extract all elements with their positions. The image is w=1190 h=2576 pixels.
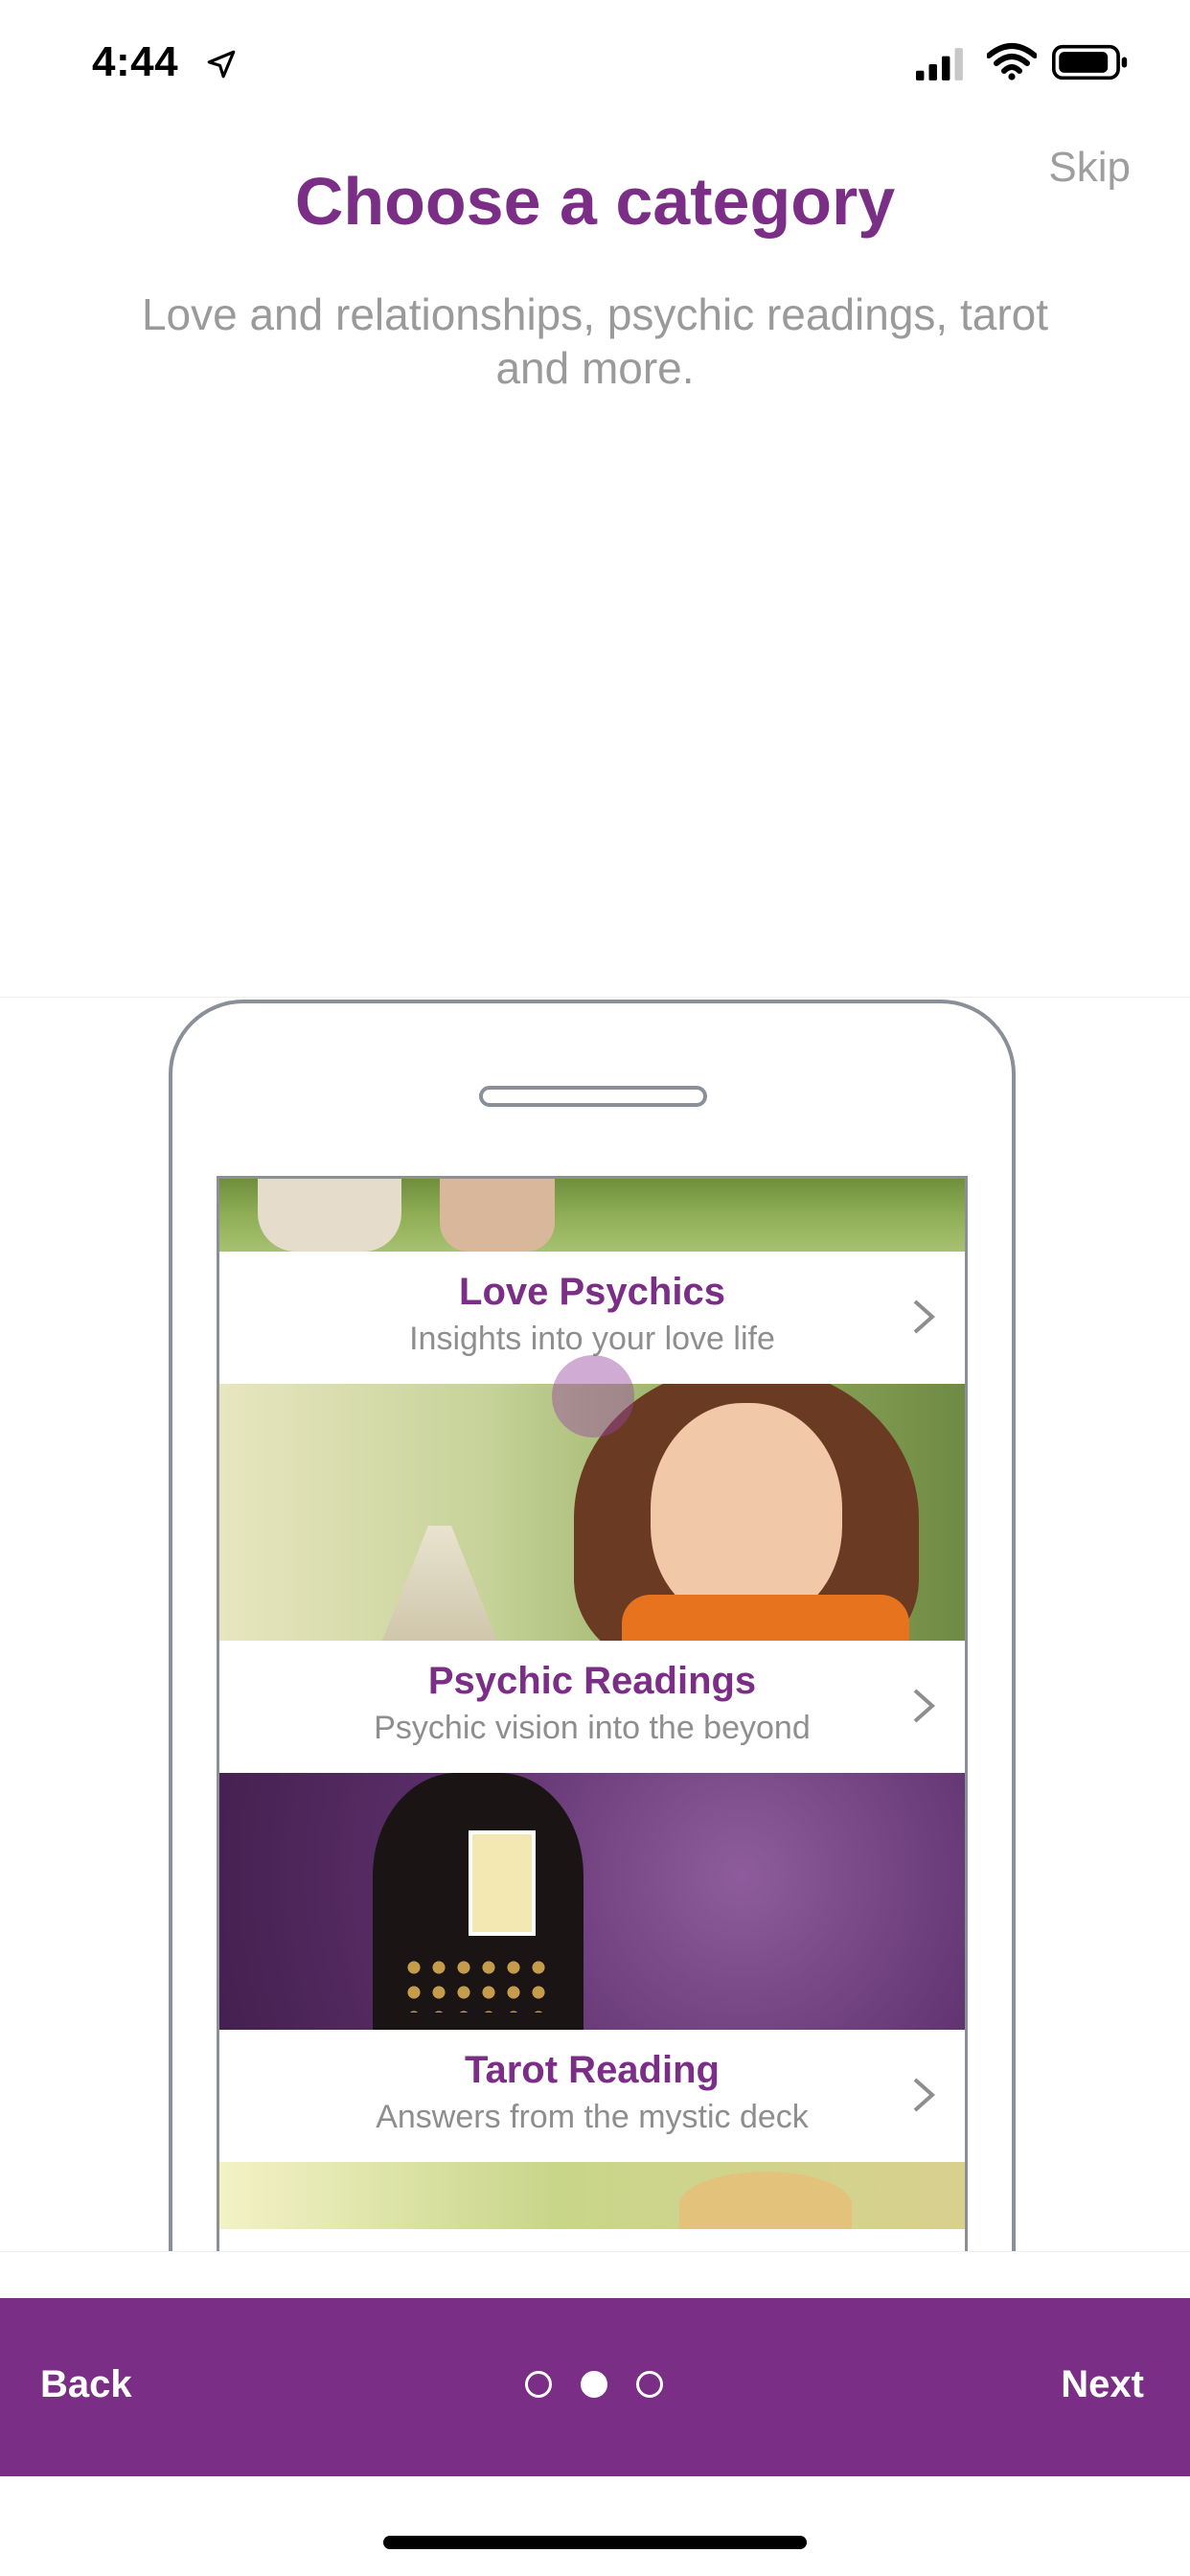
category-title: Love Psychics — [459, 1271, 725, 1313]
phone-screen: Love Psychics Insights into your love li… — [217, 1176, 968, 2251]
next-category-photo — [219, 2162, 965, 2229]
phone-mockup: Love Psychics Insights into your love li… — [169, 1000, 1016, 2251]
chevron-right-icon — [913, 2078, 936, 2112]
wifi-icon — [987, 43, 1037, 80]
touch-indicator — [552, 1355, 634, 1438]
onboarding-illustration: Love Psychics Insights into your love li… — [0, 997, 1190, 2252]
phone-speaker — [479, 1086, 707, 1107]
category-card-tarot: Tarot Reading Answers from the mystic de… — [219, 2030, 965, 2162]
back-button[interactable]: Back — [40, 2363, 132, 2406]
bottom-navigation: Back Next — [0, 2298, 1190, 2476]
category-title: Psychic Readings — [427, 1660, 757, 1702]
chevron-right-icon — [913, 1689, 936, 1723]
page-dot — [525, 2371, 552, 2398]
status-bar: 4:44 — [0, 0, 1190, 125]
category-title: Tarot Reading — [465, 2049, 720, 2091]
page-indicator — [525, 2369, 667, 2400]
category-description: Insights into your love life — [409, 1321, 775, 1357]
page-title: Choose a category — [294, 164, 896, 239]
battery-icon — [1052, 44, 1128, 80]
page-subtitle: Love and relationships, psychic readings… — [141, 289, 1049, 393]
love-psychics-photo — [219, 1179, 965, 1252]
page-dot — [636, 2371, 663, 2398]
category-card-psychic: Psychic Readings Psychic vision into the… — [219, 1641, 965, 1773]
next-button[interactable]: Next — [1061, 2363, 1144, 2406]
location-arrow-icon — [207, 50, 236, 79]
tarot-reading-photo — [219, 1773, 965, 2030]
home-indicator[interactable] — [383, 2536, 807, 2549]
category-description: Psychic vision into the beyond — [374, 1710, 811, 1746]
category-description: Answers from the mystic deck — [376, 2099, 809, 2135]
cellular-signal-icon — [916, 48, 963, 80]
page-dot-active — [581, 2371, 607, 2398]
status-time: 4:44 — [92, 38, 179, 85]
chevron-right-icon — [913, 1300, 936, 1334]
